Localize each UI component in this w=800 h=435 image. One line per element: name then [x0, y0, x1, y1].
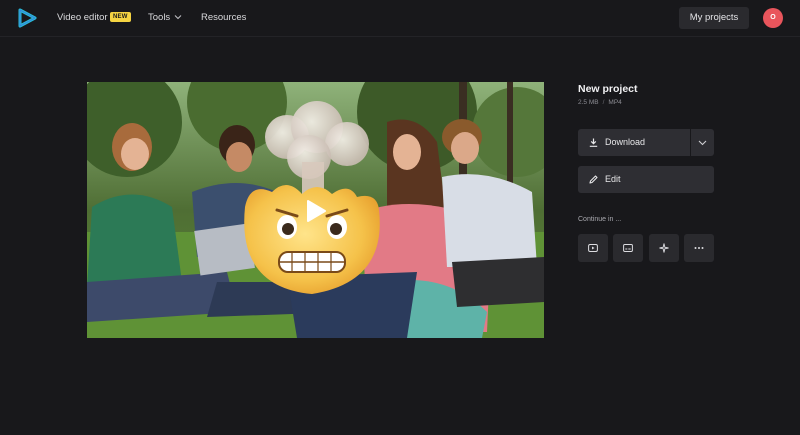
file-size: 2.5 MB: [578, 99, 599, 106]
pencil-icon: [589, 175, 598, 184]
download-icon: [589, 138, 598, 147]
nav-resources[interactable]: Resources: [201, 12, 246, 23]
project-meta: 2.5 MB / MP4: [578, 99, 622, 106]
continue-youtube-button[interactable]: [578, 234, 608, 262]
file-format: MP4: [608, 99, 622, 106]
download-label: Download: [605, 137, 646, 147]
avatar[interactable]: O: [763, 8, 783, 28]
top-nav: Video editor NEW Tools Resources My proj…: [0, 0, 800, 37]
sparkle-icon: [659, 243, 669, 253]
edit-button[interactable]: Edit: [578, 166, 714, 193]
chevron-down-icon: [698, 140, 707, 146]
continue-effects-button[interactable]: [649, 234, 679, 262]
youtube-icon: [588, 244, 598, 252]
project-title: New project: [578, 83, 638, 95]
logo-icon[interactable]: [17, 8, 37, 28]
chevron-down-icon[interactable]: [174, 14, 182, 20]
play-icon[interactable]: [301, 197, 329, 225]
new-badge: NEW: [110, 12, 131, 22]
nav-video-editor[interactable]: Video editor: [57, 12, 108, 23]
download-options-button[interactable]: [691, 129, 714, 156]
my-projects-button[interactable]: My projects: [679, 7, 749, 29]
meta-separator: /: [602, 99, 605, 106]
continue-more-button[interactable]: [684, 234, 714, 262]
nav-tools[interactable]: Tools: [148, 12, 170, 23]
subtitles-icon: [623, 244, 633, 252]
edit-label: Edit: [605, 174, 621, 184]
more-icon: [694, 247, 704, 249]
continue-subtitles-button[interactable]: [613, 234, 643, 262]
continue-in-label: Continue in ...: [578, 216, 622, 223]
download-button[interactable]: Download: [578, 129, 690, 156]
